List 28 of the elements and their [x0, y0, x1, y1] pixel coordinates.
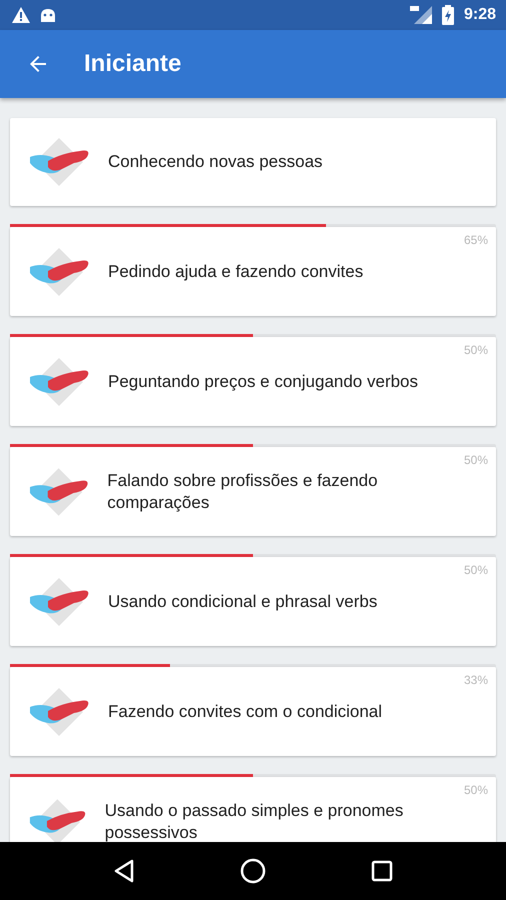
- back-nav-button[interactable]: [112, 859, 135, 883]
- lesson-title: Conhecendo novas pessoas: [108, 151, 323, 173]
- progress-percent: 50%: [464, 343, 488, 357]
- lesson-title: Peguntando preços e conjugando verbos: [108, 370, 418, 392]
- home-button[interactable]: [240, 858, 266, 884]
- recents-button[interactable]: [371, 860, 394, 882]
- warning-icon: [12, 7, 30, 23]
- lesson-title: Pedindo ajuda e fazendo convites: [108, 260, 364, 282]
- screen-title: Iniciante: [84, 50, 182, 78]
- battery-icon: [442, 5, 454, 25]
- lesson-card[interactable]: Usando condicional e phrasal verbs 50%: [10, 557, 496, 646]
- progress-percent: 33%: [464, 673, 488, 687]
- lesson-card[interactable]: Peguntando preços e conjugando verbos 50%: [10, 337, 496, 426]
- lesson-card[interactable]: Fazendo convites com o condicional 33%: [10, 667, 496, 756]
- lesson-title: Usando condicional e phrasal verbs: [108, 590, 378, 612]
- lesson-title: Fazendo convites com o condicional: [108, 700, 382, 722]
- progress-percent: 50%: [464, 783, 488, 797]
- clock-time: 9:28: [464, 6, 496, 24]
- signal-icon: [410, 6, 432, 24]
- lesson-card[interactable]: Falando sobre profissões e fazendo comparações 50%: [10, 447, 496, 536]
- progress-percent: 65%: [464, 233, 488, 247]
- lesson-card[interactable]: Conhecendo novas pessoas: [10, 118, 496, 206]
- lesson-title: Usando o passado simples e pronomes possessivos: [104, 800, 404, 842]
- lesson-title: Falando sobre profissões e fazendo comparações: [107, 470, 379, 514]
- progress-percent: 50%: [464, 563, 488, 577]
- progress-percent: 50%: [464, 453, 488, 467]
- lesson-card[interactable]: Usando o passado simples e pronomes possessivos 50%: [10, 777, 496, 842]
- lesson-card[interactable]: Pedindo ajuda e fazendo convites 65%: [10, 227, 496, 316]
